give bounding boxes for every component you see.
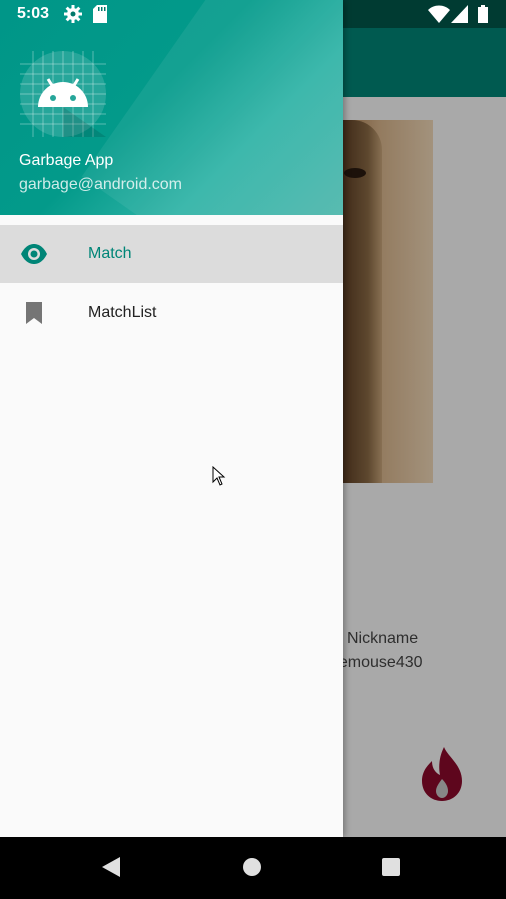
status-time: 5:03 (17, 5, 50, 22)
recents-icon[interactable] (381, 857, 401, 877)
header-app-name: Garbage App (19, 152, 114, 169)
settings-icon (64, 5, 82, 23)
signal-icon (451, 5, 468, 23)
bookmark-icon (26, 302, 42, 324)
nav-item-match[interactable]: Match (0, 225, 343, 283)
navigation-drawer: Garbage App garbage@android.com Match Ma… (0, 0, 343, 837)
drawer-header: Garbage App garbage@android.com (0, 0, 343, 215)
header-email: garbage@android.com (19, 176, 183, 193)
sd-card-icon (93, 5, 107, 23)
battery-icon (478, 5, 488, 23)
nav-item-label: MatchList (88, 304, 157, 321)
eye-icon (21, 244, 47, 264)
home-icon[interactable] (242, 857, 262, 877)
mouse-cursor-icon (212, 466, 226, 486)
wifi-icon (428, 5, 450, 23)
nav-item-matchlist[interactable]: MatchList (0, 284, 343, 342)
system-navigation-bar (0, 837, 506, 899)
back-icon[interactable] (101, 856, 121, 878)
status-bar: 5:03 (0, 0, 506, 28)
nav-item-label: Match (88, 245, 132, 262)
android-icon (20, 51, 106, 137)
